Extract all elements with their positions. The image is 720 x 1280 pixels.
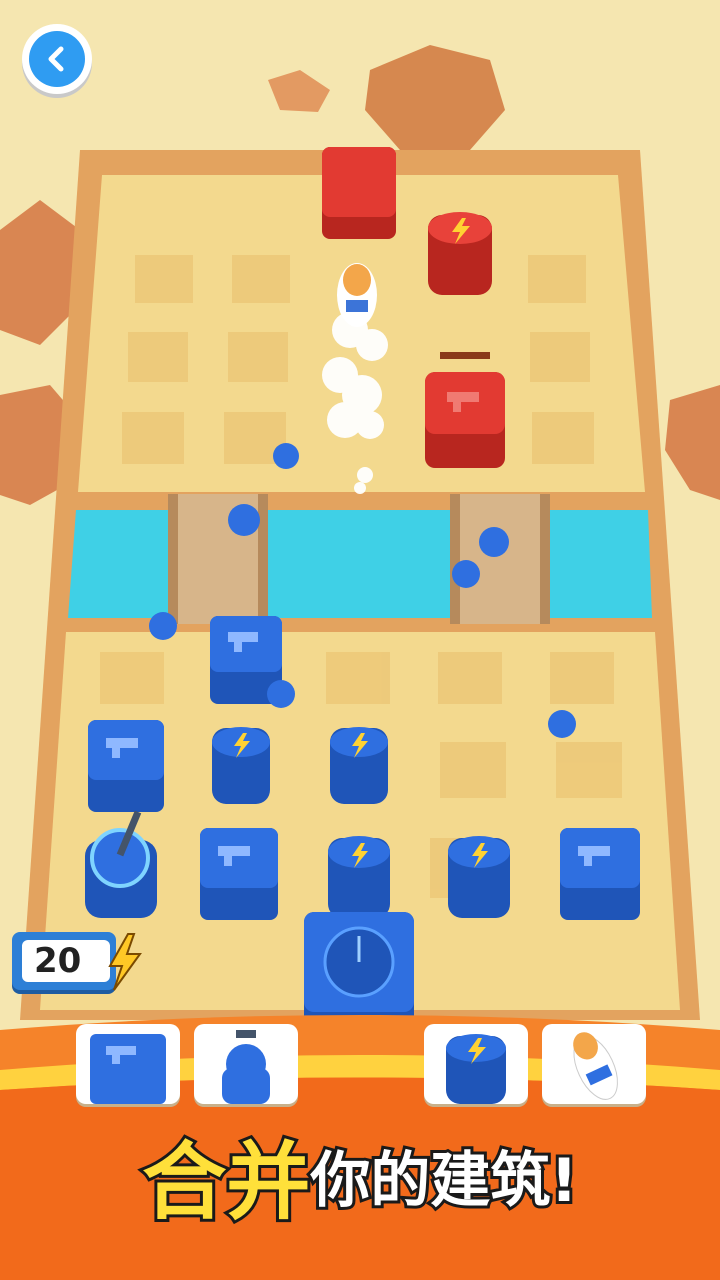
- back-button[interactable]: [22, 24, 92, 94]
- title-char-1: 合: [139, 1130, 229, 1234]
- lightning-icon: [108, 933, 142, 991]
- player-gun-tower: [88, 720, 164, 812]
- chevron-left-icon: [29, 31, 85, 87]
- energy-value: 20: [22, 940, 110, 982]
- energy-counter: 20: [12, 932, 142, 992]
- gun-icon: [90, 1034, 166, 1104]
- player-gun-tower: [200, 828, 278, 920]
- player-energy-tower: [212, 727, 270, 804]
- promo-title: 合 并 你的建筑!: [0, 1110, 720, 1240]
- player-gun-tower: [560, 828, 640, 920]
- enemy-health-bar: [440, 352, 490, 359]
- title-rest: 你的建筑!: [307, 1143, 580, 1219]
- player-energy-tower: [330, 727, 388, 804]
- shop-card-soldier[interactable]: [194, 1024, 298, 1104]
- player-energy-tower: [448, 836, 510, 918]
- river: [68, 510, 652, 618]
- shop-card-rocket[interactable]: [542, 1024, 646, 1104]
- soldier-icon: [222, 1030, 270, 1104]
- game-stage: 20 合 并 你的建筑!: [0, 0, 720, 1280]
- title-char-2: 并: [223, 1130, 313, 1234]
- player-energy-tower: [328, 836, 390, 918]
- enemy-gun-tower: [425, 372, 505, 468]
- shop-card-gun-block[interactable]: [76, 1024, 180, 1104]
- shop-card-energy[interactable]: [424, 1024, 528, 1104]
- lightning-icon: [446, 1034, 506, 1104]
- rocket-icon: [573, 1032, 618, 1100]
- enemy-energy-tower: [428, 212, 492, 295]
- enemy-base: [322, 147, 396, 239]
